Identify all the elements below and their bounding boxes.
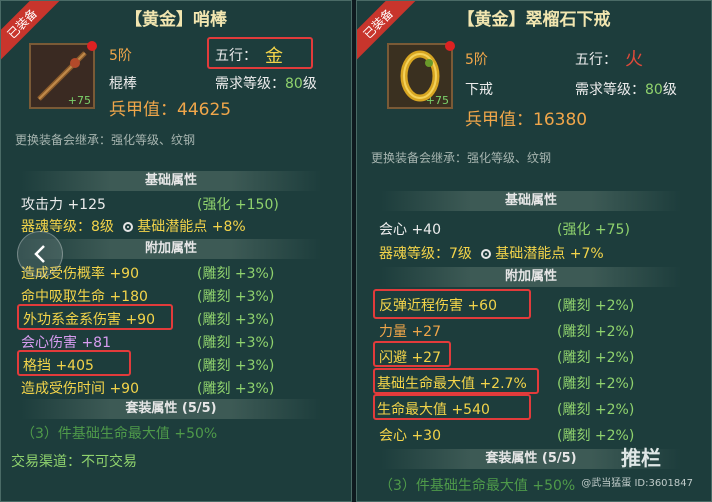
attack-value: 攻击力 +125 <box>21 197 106 213</box>
highlight-box <box>373 394 531 420</box>
set-effect: （3）件基础生命最大值 +50% <box>379 478 576 494</box>
item-tier: 5阶 <box>109 48 132 64</box>
extra-bonus-3: (雕刻 +3%) <box>197 312 275 328</box>
inherit-note: 更换装备会继承：强化等级、纹钢 <box>371 151 552 165</box>
soul-level: 器魂等级：7级 基础潜能点 +7% <box>379 246 604 262</box>
left-item-tooltip: 已装备 【黄金】哨棒 +75 5阶 五行： 金 棍棒 需求等级：80级 兵甲值：… <box>0 0 352 502</box>
extra-attr-6: 造成受伤时间 +90 <box>21 381 139 397</box>
extra-bonus-2: (雕刻 +2%) <box>557 324 635 340</box>
item-icon: +75 <box>29 41 97 109</box>
highlight-box <box>207 37 313 69</box>
req-level: 需求等级：80级 <box>575 82 677 98</box>
item-title: 【黄金】翠榴石下戒 <box>457 10 611 30</box>
extra-attr-2: 力量 +27 <box>379 324 441 340</box>
gem-icon <box>445 41 455 51</box>
highlight-box <box>17 350 131 376</box>
item-type: 棍棒 <box>109 76 137 92</box>
potential-icon <box>480 249 491 259</box>
extra-attr-header: 附加属性 <box>381 267 681 287</box>
crit-bonus: (强化 +75) <box>557 222 630 238</box>
extra-bonus-4: (雕刻 +3%) <box>197 335 275 351</box>
item-tier: 5阶 <box>465 52 488 68</box>
attack-bonus: (强化 +150) <box>197 197 279 213</box>
highlight-box <box>373 289 531 319</box>
extra-bonus-4: (雕刻 +2%) <box>557 376 635 392</box>
extra-bonus-3: (雕刻 +2%) <box>557 350 635 366</box>
highlight-box <box>373 368 539 394</box>
trade-info: 交易渠道：不可交易 <box>11 454 137 470</box>
element-label: 五行： <box>575 52 617 68</box>
crit-value: 会心 +40 <box>379 222 441 238</box>
watermark-id: @武当猛蛋 ID:3601847 <box>581 478 693 489</box>
highlight-box <box>373 341 451 367</box>
set-effect: （3）件基础生命最大值 +50% <box>21 426 218 442</box>
req-level: 需求等级：80级 <box>215 76 317 92</box>
chevron-left-icon <box>34 245 45 263</box>
inherit-note: 更换装备会继承：强化等级、纹钢 <box>15 133 196 147</box>
element-value: 火 <box>625 49 643 70</box>
extra-attr-6: 会心 +30 <box>379 428 441 444</box>
extra-bonus-6: (雕刻 +3%) <box>197 381 275 397</box>
item-icon: +75 <box>387 41 455 109</box>
extra-bonus-1: (雕刻 +2%) <box>557 298 635 314</box>
item-title: 【黄金】哨棒 <box>125 10 227 30</box>
extra-bonus-5: (雕刻 +2%) <box>557 402 635 418</box>
item-type: 下戒 <box>465 82 493 98</box>
watermark-logo: 推栏 <box>621 446 661 470</box>
extra-attr-header: 附加属性 <box>21 239 321 259</box>
gem-icon <box>87 41 97 51</box>
extra-bonus-5: (雕刻 +3%) <box>197 358 275 374</box>
extra-attr-2: 命中吸取生命 +180 <box>21 289 148 305</box>
base-attr-header: 基础属性 <box>381 191 681 211</box>
extra-bonus-2: (雕刻 +3%) <box>197 289 275 305</box>
potential-icon <box>122 222 133 232</box>
base-attr-header: 基础属性 <box>21 171 321 191</box>
right-item-tooltip: 已装备 【黄金】翠榴石下戒 +75 5阶 五行： 火 下戒 需求等级：80级 兵… <box>356 0 712 502</box>
power-value: 兵甲值：44625 <box>109 100 232 120</box>
extra-bonus-1: (雕刻 +3%) <box>197 266 275 282</box>
highlight-box <box>17 304 173 330</box>
back-button[interactable] <box>17 231 63 277</box>
set-attr-header: 套装属性 (5/5) <box>21 399 321 419</box>
extra-attr-4: 会心伤害 +81 <box>21 335 111 351</box>
soul-level: 器魂等级：8级 基础潜能点 +8% <box>21 219 246 235</box>
power-value: 兵甲值：16380 <box>465 110 588 130</box>
